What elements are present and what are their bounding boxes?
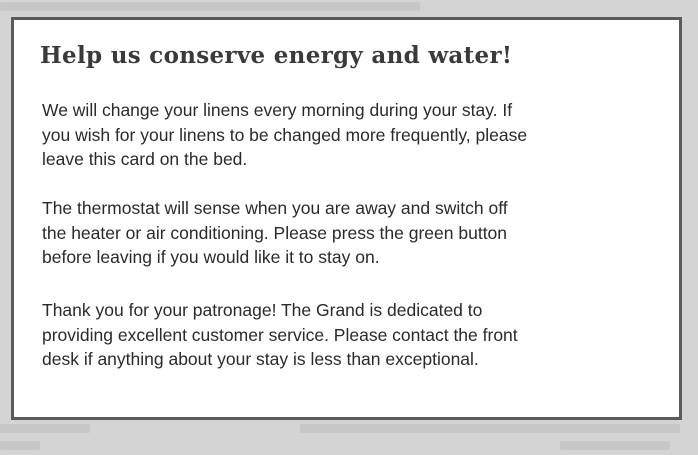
background-text-line <box>0 424 90 433</box>
paragraph-line: before leaving if you would like it to s… <box>42 247 380 267</box>
card-title: Help us conserve energy and water! <box>40 42 513 69</box>
paragraph-line: leave this card on the bed. <box>42 149 248 169</box>
background-text-line <box>0 441 40 450</box>
paragraph-line: the heater or air conditioning. Please p… <box>42 222 508 243</box>
paragraph-line: Thank you for your patronage! The Grand … <box>42 300 483 320</box>
background-text-line <box>560 441 670 450</box>
paragraph-line: The thermostat will sense when you are a… <box>42 198 508 218</box>
thermostat-paragraph: The thermostat will sense when you are a… <box>42 196 632 270</box>
background-text-line <box>300 424 680 433</box>
background-text-line <box>0 2 420 11</box>
paragraph-line: We will change your linens every morning… <box>42 100 513 120</box>
paragraph-line: providing excellent customer service. Pl… <box>42 324 518 345</box>
thank-you-paragraph: Thank you for your patronage! The Grand … <box>42 298 632 372</box>
paragraph-line: desk if anything about your stay is less… <box>42 349 479 369</box>
paragraph-line: you wish for your linens to be changed m… <box>42 124 528 145</box>
linens-paragraph: We will change your linens every morning… <box>42 98 632 172</box>
